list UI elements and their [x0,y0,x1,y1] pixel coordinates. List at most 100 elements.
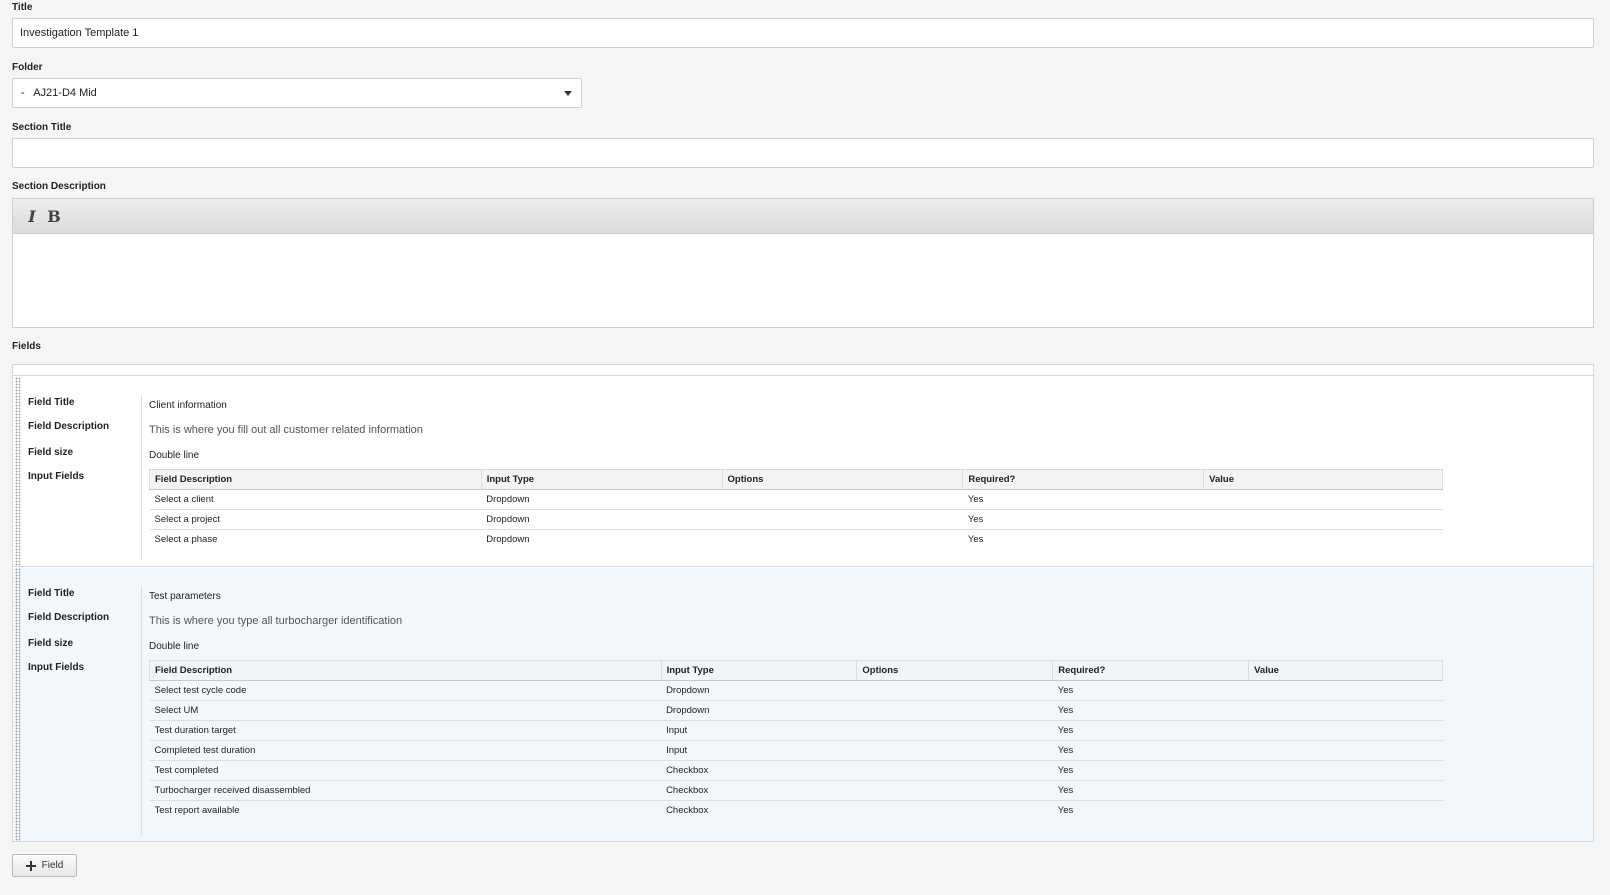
column-header: Options [721,469,964,490]
section-description-editor: I B [12,198,1594,328]
table-cell: Input [661,720,857,741]
table-cell: Test completed [149,760,662,781]
table-cell [722,509,963,530]
section-description-textarea[interactable] [13,234,1593,327]
table-cell [856,720,1053,741]
title-input[interactable] [12,18,1594,48]
table-cell [1248,740,1443,761]
column-header: Input Type [480,469,723,490]
table-cell: Turbocharger received disassembled [149,780,662,801]
table-row: Select a client Dropdown Yes [149,489,1443,510]
column-header: Field Description [149,469,482,490]
field-block[interactable]: Field Title Field Description Field size… [13,377,1593,567]
table-cell [856,780,1053,801]
field-size-label: Field size [28,447,74,458]
table-cell [1248,700,1443,721]
table-cell [1249,801,1443,821]
table-cell: Select a project [149,509,482,530]
field-size-value: Double line [149,641,200,652]
table-cell: Yes [962,489,1204,510]
drag-handle[interactable] [15,568,21,841]
table-cell: Test report available [154,805,240,817]
folder-select-value: - AJ21-D4 Mid [21,87,97,99]
column-header: Field Description [149,660,662,681]
table-cell [722,489,963,510]
section-title-label: Section Title [12,122,72,133]
table-row: Test duration target Input Yes [149,720,1443,741]
table-cell [856,680,1053,701]
italic-button[interactable]: I [23,207,41,226]
table-cell [722,530,963,550]
field-title-value: Test parameters [149,591,221,602]
field-title-label: Field Title [28,588,75,599]
table-cell: Yes [1052,700,1249,721]
table-cell: Select a client [149,489,482,510]
divider [141,586,142,835]
folder-label: Folder [12,62,43,73]
field-description-label: Field Description [28,612,110,623]
table-cell [1248,720,1443,741]
table-cell: Checkbox [661,780,857,801]
table-cell: Dropdown [481,509,723,530]
title-label: Title [12,2,33,13]
table-cell: Dropdown [486,534,530,546]
field-description-value: This is where you fill out all customer … [149,424,423,436]
column-header: Value [1248,660,1443,681]
table-row: Select UM Dropdown Yes [149,700,1443,721]
table-cell [1203,509,1443,530]
table-cell: Yes [1052,760,1249,781]
add-field-button[interactable]: Field [12,854,77,877]
table-cell [1248,760,1443,781]
section-description-label: Section Description [12,181,106,192]
column-header: Value [1203,469,1443,490]
column-header: Options [856,660,1054,681]
field-title-value: Client information [149,400,227,411]
field-title-label: Field Title [28,397,75,408]
table-cell: Select a phase [154,534,218,546]
field-block[interactable]: Field Title Field Description Field size… [13,568,1593,841]
field-size-value: Double line [149,450,200,461]
table-cell: Completed test duration [149,740,662,761]
input-fields-label: Input Fields [28,662,85,673]
table-row: Select a project Dropdown Yes [149,509,1443,530]
table-cell: Checkbox [661,760,857,781]
table-cell: Dropdown [481,489,723,510]
table-cell: Test duration target [149,720,662,741]
table-cell [1248,680,1443,701]
input-fields-label: Input Fields [28,471,85,482]
table-row: Select test cycle code Dropdown Yes [149,680,1443,701]
table-cell: Select UM [149,700,662,721]
input-fields-table: Field Description Input Type Options Req… [149,660,1443,821]
table-cell: Yes [1052,780,1249,801]
input-fields-table: Field Description Input Type Options Req… [149,469,1443,550]
table-cell [1204,530,1443,550]
field-description-label: Field Description [28,421,110,432]
table-cell: Yes [1052,720,1249,741]
table-cell: Dropdown [661,680,857,701]
column-header: Input Type [660,660,858,681]
table-cell [856,700,1053,721]
section-title-input[interactable] [12,138,1594,168]
table-cell: Dropdown [661,700,857,721]
field-size-label: Field size [28,638,74,649]
column-header: Required? [1052,660,1250,681]
table-cell [856,740,1053,761]
plus-icon [25,860,36,871]
table-cell [857,801,1053,821]
table-row: Completed test duration Input Yes [149,740,1443,761]
folder-select[interactable]: - AJ21-D4 Mid [12,78,582,108]
table-cell [1248,780,1443,801]
chevron-down-icon [564,91,572,96]
fields-top-strip [13,365,1593,376]
table-cell: Yes [1052,680,1249,701]
table-cell [856,760,1053,781]
fields-container: Field Title Field Description Field size… [12,364,1594,842]
table-cell: Select test cycle code [149,680,662,701]
table-cell [1203,489,1443,510]
fields-label: Fields [12,341,41,352]
drag-handle[interactable] [15,377,21,566]
table-cell: Yes [1057,805,1074,817]
field-description-value: This is where you type all turbocharger … [149,615,403,627]
bold-button[interactable]: B [45,207,63,226]
column-header: Required? [962,469,1205,490]
